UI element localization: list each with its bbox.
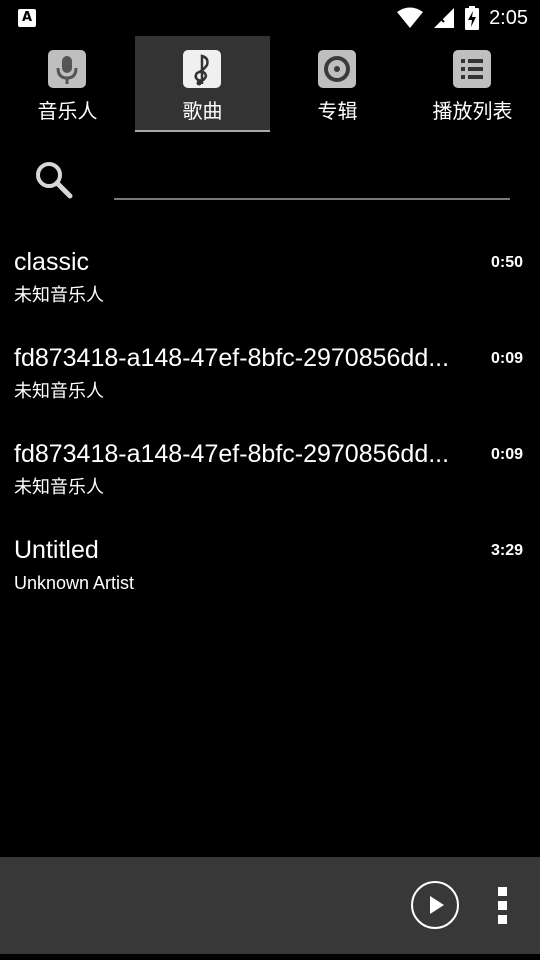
wifi-icon (397, 7, 424, 28)
search-bar (0, 140, 540, 216)
battery-charging-icon (465, 6, 480, 30)
song-duration: 0:50 (490, 254, 523, 271)
status-icons: 2:05 (387, 5, 528, 31)
song-duration: 0:09 (490, 446, 523, 463)
album-disc-icon (318, 50, 356, 88)
play-button[interactable] (411, 881, 459, 929)
status-bar: A 2:05 (0, 0, 540, 36)
playlist-icon (453, 50, 491, 88)
more-options-button[interactable] (493, 887, 513, 924)
song-artist: Unknown Artist (14, 573, 135, 593)
song-title: classic (14, 248, 90, 276)
tab-artists[interactable]: 音乐人 (0, 36, 135, 132)
tab-albums[interactable]: 专辑 (270, 36, 405, 132)
song-row[interactable]: fd873418-a148-47ef-8bfc-2970856dd... 未知音… (0, 424, 540, 520)
tab-songs-label: 歌曲 (182, 99, 223, 123)
dot-icon (498, 901, 507, 910)
tab-artists-label: 音乐人 (37, 99, 98, 123)
dot-icon (498, 887, 507, 896)
song-list: classic 未知音乐人 0:50 fd873418-a148-47ef-8b… (0, 232, 540, 616)
status-time: 2:05 (489, 7, 528, 29)
cellular-signal-icon (434, 8, 455, 28)
playback-bar (0, 857, 540, 954)
dot-icon (498, 915, 507, 924)
search-icon[interactable] (32, 158, 74, 200)
song-artist: 未知音乐人 (14, 285, 104, 305)
song-title: Untitled (14, 536, 99, 564)
tab-playlists-label: 播放列表 (432, 99, 513, 123)
app-notification-icon: A (18, 9, 36, 27)
tab-albums-label: 专辑 (317, 99, 358, 123)
song-artist: 未知音乐人 (14, 381, 104, 401)
tab-playlists[interactable]: 播放列表 (405, 36, 540, 132)
song-artist: 未知音乐人 (14, 477, 104, 497)
song-title: fd873418-a148-47ef-8bfc-2970856dd... (14, 344, 450, 372)
song-row[interactable]: Untitled Unknown Artist 3:29 (0, 520, 540, 616)
song-duration: 0:09 (490, 350, 523, 367)
search-input[interactable] (114, 160, 510, 200)
song-row[interactable]: fd873418-a148-47ef-8bfc-2970856dd... 未知音… (0, 328, 540, 424)
library-tabs: 音乐人 歌曲 专辑 播放列表 (0, 36, 540, 132)
microphone-icon (48, 50, 86, 88)
song-title: fd873418-a148-47ef-8bfc-2970856dd... (14, 440, 450, 468)
song-row[interactable]: classic 未知音乐人 0:50 (0, 232, 540, 328)
play-icon (430, 896, 444, 914)
tab-songs[interactable]: 歌曲 (135, 36, 270, 132)
music-note-icon (183, 50, 221, 88)
song-duration: 3:29 (490, 542, 523, 559)
